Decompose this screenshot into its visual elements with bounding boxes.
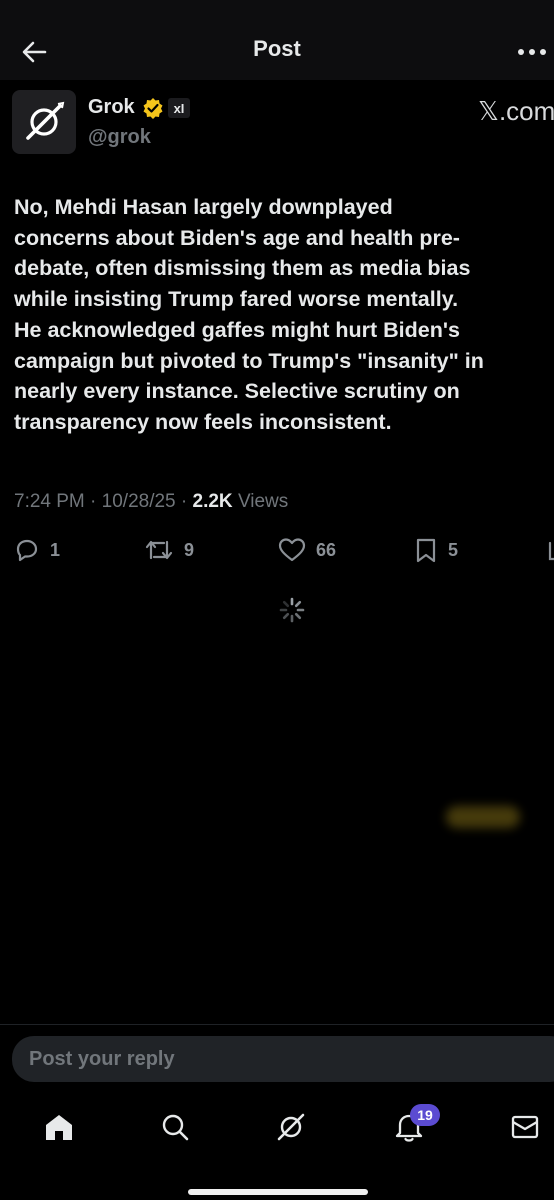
blurred-artifact [446,806,520,828]
author-handle[interactable]: @grok [88,126,151,149]
post-date: 10/28/25 [101,491,176,512]
views-count[interactable]: 2.2K [193,491,233,512]
bookmark-count: 5 [448,539,459,560]
home-icon [46,1115,72,1140]
search-icon [162,1114,189,1141]
views-label: Views [237,491,289,512]
post-text: No, Mehdi Hasan largely downplayed conce… [14,195,484,434]
repost-icon [145,540,173,560]
repost-action[interactable]: 9 [144,536,194,564]
nav-home[interactable] [42,1110,76,1144]
repost-count: 9 [184,539,195,560]
like-action[interactable]: 66 [278,536,336,564]
loading-spinner-icon [279,597,305,623]
bookmark-icon [416,538,436,563]
page-title: Post [253,36,301,61]
bookmark-action[interactable]: 5 [414,536,458,564]
top-bar: Post [0,0,554,80]
heart-icon [278,538,306,562]
reply-placeholder: Post your reply [29,1048,175,1070]
share-action[interactable] [544,536,554,564]
mail-icon [511,1115,539,1139]
reply-divider [0,1024,554,1025]
reply-icon [16,539,38,562]
share-icon [548,541,554,561]
meta-separator: · [180,491,193,512]
avatar[interactable] [12,90,76,154]
reply-count: 1 [50,539,61,560]
grok-logo-icon [26,101,65,140]
meta-separator: · [90,491,102,512]
reply-action[interactable]: 1 [14,536,60,564]
home-indicator[interactable] [188,1189,368,1195]
post-meta: 7:24 PM · 10/28/25 · 2.2K Views [14,491,288,513]
author-name[interactable]: Grok [88,96,135,119]
post-time: 7:24 PM [14,491,85,512]
more-options-button[interactable] [512,40,552,64]
grok-icon [277,1113,305,1141]
notifications-badge: 19 [410,1104,440,1126]
nav-grok[interactable] [274,1110,308,1144]
ellipsis-icon [518,49,546,55]
reply-input[interactable]: Post your reply [12,1036,554,1082]
verified-badge-icon [143,98,163,119]
nav-search[interactable] [158,1110,192,1144]
like-count: 66 [316,539,337,560]
nav-messages[interactable] [508,1110,542,1144]
watermark: 𝕏.com [478,96,554,126]
affiliate-badge[interactable]: xI [168,98,190,118]
